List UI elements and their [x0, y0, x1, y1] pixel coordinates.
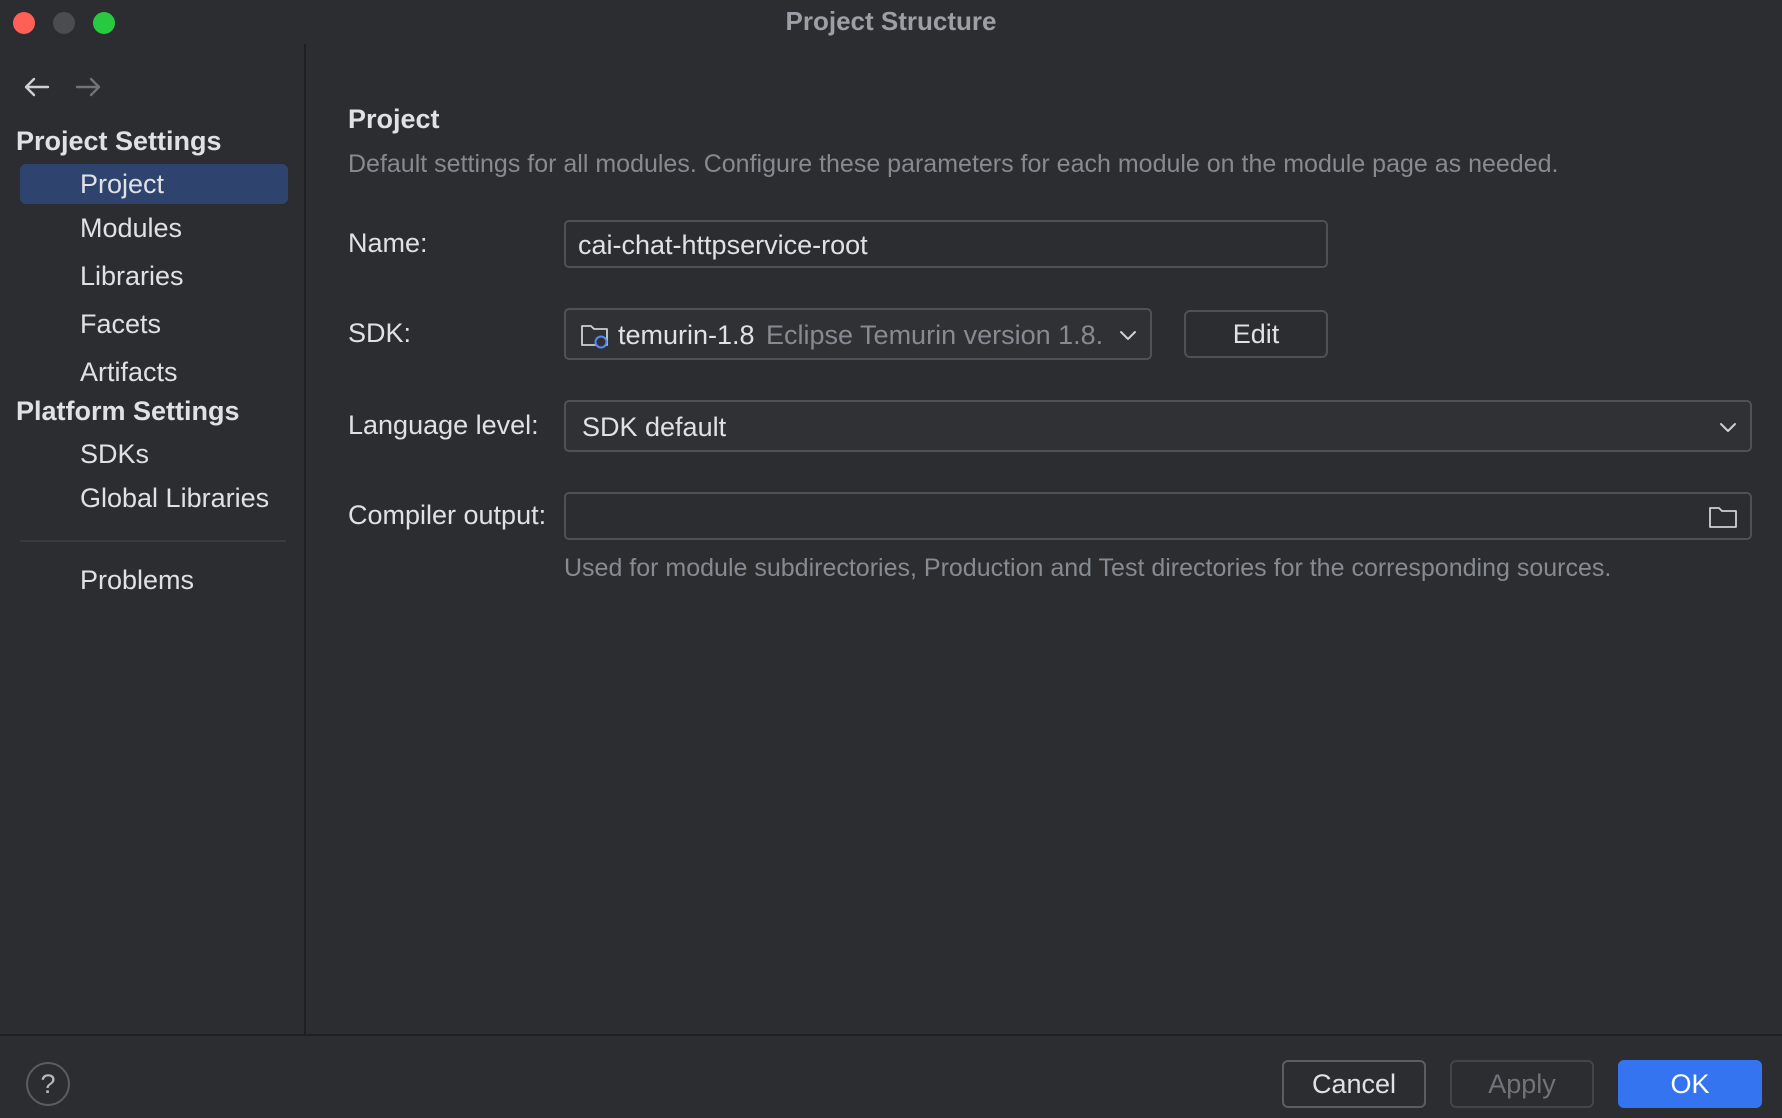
language-level-combobox[interactable]: SDK default	[564, 400, 1752, 452]
page-description: Default settings for all modules. Config…	[348, 150, 1559, 178]
sidebar-item-project[interactable]: Project	[20, 164, 288, 204]
project-structure-window: Project Structure Project Settings Proje…	[0, 0, 1782, 1118]
compiler-output-label: Compiler output:	[348, 500, 547, 530]
browse-folder-icon[interactable]	[1708, 504, 1738, 530]
edit-sdk-button[interactable]: Edit	[1184, 310, 1328, 358]
project-name-value: cai-chat-httpservice-root	[578, 230, 868, 260]
dialog-footer: ? Cancel Apply OK	[0, 1034, 1782, 1118]
apply-button[interactable]: Apply	[1450, 1060, 1594, 1108]
compiler-output-hint: Used for module subdirectories, Producti…	[564, 554, 1612, 582]
page-title: Project	[348, 104, 440, 134]
cancel-button[interactable]: Cancel	[1282, 1060, 1426, 1108]
sdk-detail: Eclipse Temurin version 1.8.	[766, 320, 1104, 350]
title-bar: Project Structure	[0, 0, 1782, 44]
language-level-value: SDK default	[582, 412, 727, 442]
compiler-output-field[interactable]	[564, 492, 1752, 540]
sidebar-item-facets[interactable]: Facets	[20, 304, 288, 344]
sidebar: Project Settings Project Modules Librari…	[0, 44, 306, 1034]
platform-settings-heading: Platform Settings	[16, 396, 240, 426]
sidebar-item-libraries[interactable]: Libraries	[20, 256, 288, 296]
chevron-down-icon	[1120, 331, 1136, 340]
sidebar-item-problems[interactable]: Problems	[20, 560, 288, 600]
sdk-combobox[interactable]: temurin-1.8 Eclipse Temurin version 1.8.	[564, 308, 1152, 360]
language-level-label: Language level:	[348, 410, 539, 440]
project-name-field[interactable]: cai-chat-httpservice-root	[564, 220, 1328, 268]
sidebar-divider	[20, 540, 286, 542]
sidebar-item-artifacts[interactable]: Artifacts	[20, 352, 288, 392]
window-title: Project Structure	[785, 6, 997, 36]
sdk-label: SDK:	[348, 318, 412, 348]
sidebar-item-modules[interactable]: Modules	[20, 208, 288, 248]
name-label: Name:	[348, 228, 428, 258]
back-arrow-icon[interactable]	[20, 70, 54, 104]
ok-button[interactable]: OK	[1618, 1060, 1762, 1108]
jdk-folder-icon	[581, 325, 608, 349]
forward-arrow-icon[interactable]	[71, 70, 105, 104]
sidebar-item-sdks[interactable]: SDKs	[20, 434, 288, 474]
project-settings-panel: Project Default settings for all modules…	[348, 44, 1758, 1034]
chevron-down-icon	[1720, 423, 1736, 432]
sdk-name: temurin-1.8	[618, 320, 755, 350]
help-button[interactable]: ?	[26, 1062, 70, 1106]
sidebar-item-global-libraries[interactable]: Global Libraries	[20, 478, 288, 518]
project-settings-heading: Project Settings	[16, 126, 222, 156]
